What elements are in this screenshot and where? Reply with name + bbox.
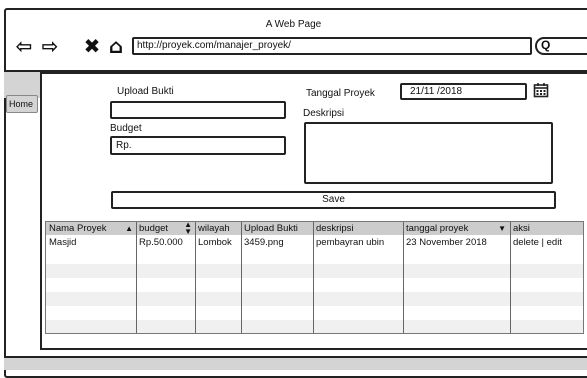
projects-table: Nama Proyek ▲ budget ▲ ▼ wilayah Upload B… — [45, 221, 584, 334]
column-header-label: deskripsi — [316, 223, 354, 234]
address-bar-url: http://proyek.com/manajer_proyek/ — [137, 40, 291, 51]
column-header-label: budget — [139, 223, 169, 234]
cell-upload-bukti: 3459.png — [244, 237, 284, 248]
description-textarea[interactable] — [304, 122, 553, 184]
cell-wilayah: Lombok — [198, 237, 232, 248]
budget-field[interactable]: Rp. — [110, 136, 286, 155]
column-header-upload-bukti[interactable]: Upload Bukti — [241, 222, 313, 235]
forward-arrow-icon[interactable]: ⇨ — [40, 36, 60, 56]
back-arrow-icon[interactable]: ⇦ — [14, 36, 34, 56]
column-header-label: aksi — [513, 223, 530, 234]
budget-field-value: Rp. — [116, 140, 132, 151]
column-divider — [510, 222, 511, 333]
sort-asc-icon[interactable]: ▲ — [125, 222, 133, 235]
cell-nama-proyek: Masjid — [49, 237, 77, 248]
column-header-wilayah[interactable]: wilayah — [195, 222, 241, 235]
sidebar-item-home[interactable]: Home — [6, 95, 38, 113]
save-button[interactable]: Save — [111, 191, 556, 209]
close-icon[interactable]: ✖ — [82, 36, 102, 56]
sort-toggle-icon[interactable]: ▲ ▼ — [184, 221, 192, 236]
dropdown-arrow-icon[interactable]: ▼ — [498, 222, 506, 235]
calendar-icon[interactable] — [533, 82, 549, 98]
column-divider — [136, 222, 137, 333]
column-divider — [195, 222, 196, 333]
table-row-empty — [46, 292, 583, 306]
home-icon[interactable]: ⌂ — [106, 36, 126, 56]
cell-tanggal-proyek: 23 November 2018 — [406, 237, 487, 248]
column-divider — [313, 222, 314, 333]
search-icon: Q — [541, 38, 551, 52]
upload-label: Upload Bukti — [117, 86, 174, 97]
budget-label: Budget — [110, 123, 142, 134]
column-header-deskripsi[interactable]: deskripsi — [313, 222, 403, 235]
description-label: Deskripsi — [303, 108, 345, 119]
column-header-label: Nama Proyek — [49, 223, 107, 234]
column-header-nama-proyek[interactable]: Nama Proyek ▲ — [46, 222, 136, 235]
date-label: Tanggal Proyek — [306, 88, 375, 99]
column-header-budget[interactable]: budget ▲ ▼ — [136, 221, 195, 236]
column-header-label: tanggal proyek — [406, 223, 469, 234]
table-row-empty — [46, 320, 583, 333]
table-row-empty — [46, 264, 583, 278]
cell-budget: Rp.50.000 — [139, 237, 183, 248]
cell-deskripsi: pembayran ubin — [316, 237, 385, 248]
cell-aksi[interactable]: delete | edit — [510, 236, 562, 250]
upload-field[interactable] — [110, 101, 286, 119]
column-divider — [241, 222, 242, 333]
column-divider — [403, 222, 404, 333]
table-row[interactable]: Masjid Rp.50.000 Lombok 3459.png pembayr… — [46, 236, 583, 250]
column-header-label: Upload Bukti — [244, 223, 298, 234]
column-header-tanggal-proyek[interactable]: tanggal proyek ▼ — [403, 222, 510, 235]
date-field[interactable]: 21/11 /2018 — [400, 83, 527, 100]
status-bar — [4, 356, 587, 370]
column-header-label: wilayah — [198, 223, 230, 234]
date-field-value: 21/11 /2018 — [410, 86, 463, 97]
column-header-aksi[interactable]: aksi — [510, 222, 583, 235]
window-title: A Web Page — [265, 19, 322, 30]
